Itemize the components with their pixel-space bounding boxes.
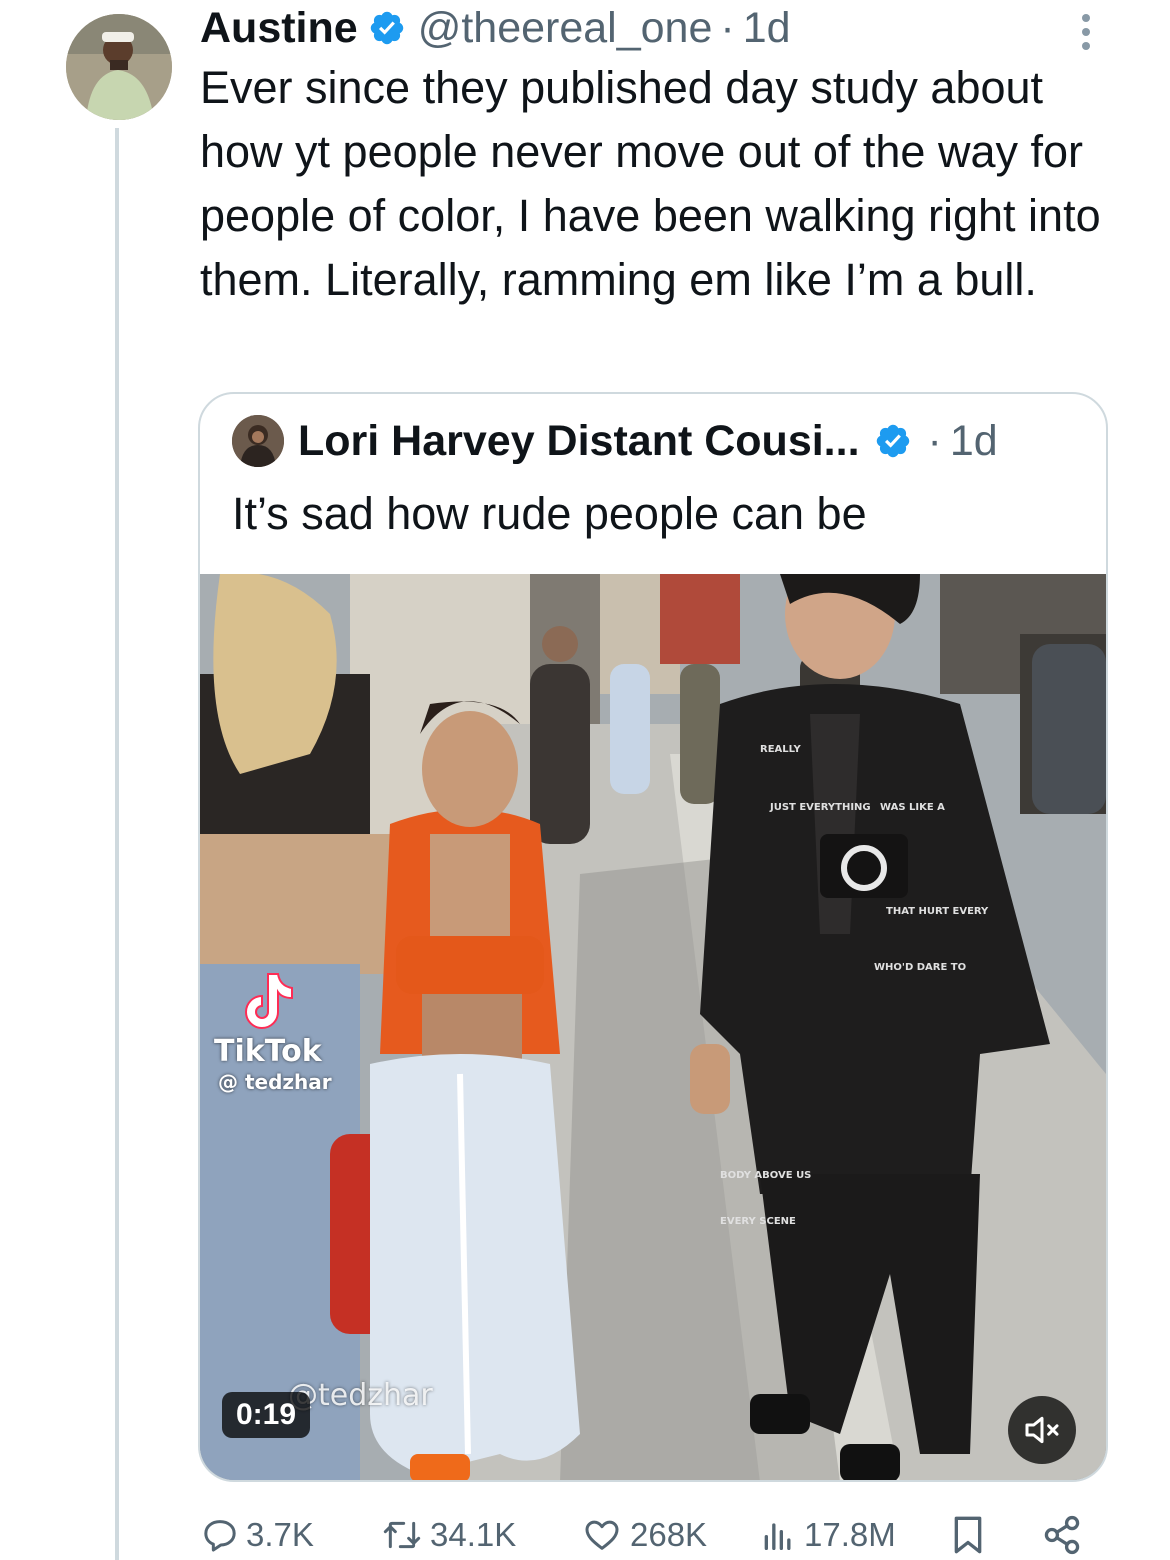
author-display-name[interactable]: Austine [200, 4, 358, 53]
quoted-tweet-timestamp: 1d [949, 416, 998, 465]
tweet-body-text: Ever since they published day study abou… [200, 62, 1101, 305]
header-separator: · [720, 3, 735, 52]
svg-text:WAS LIKE A: WAS LIKE A [880, 802, 945, 813]
more-options-icon[interactable] [1068, 10, 1104, 54]
quoted-video-player[interactable]: REALLY JUST EVERYTHING WAS LIKE A THAT H… [200, 574, 1106, 1480]
reply-count: 3.7K [246, 1516, 314, 1553]
reply-button[interactable]: 3.7K [200, 1510, 314, 1560]
tweet-action-bar: 3.7K 34.1K 268K 17.8M [200, 1510, 1100, 1560]
quoted-tweet-card[interactable]: Lori Harvey Distant Cousi... · 1d It’s s… [198, 392, 1108, 1482]
retweet-button[interactable]: 34.1K [380, 1510, 516, 1560]
speaker-muted-icon [1025, 1416, 1059, 1444]
quoted-tweet-text: It’s sad how rude people can be [232, 488, 867, 539]
bookmark-icon [954, 1516, 982, 1554]
tiktok-brand-text: TikTok [214, 1034, 322, 1069]
share-button[interactable] [1040, 1510, 1090, 1560]
tiktok-handle-text: @ tedzhar [218, 1070, 332, 1094]
mute-toggle-button[interactable] [1008, 1396, 1076, 1464]
author-avatar[interactable] [66, 14, 172, 120]
analytics-icon [764, 1523, 791, 1550]
quoted-avatar-image [232, 415, 284, 467]
svg-text:EVERY SCENE: EVERY SCENE [720, 1216, 796, 1227]
author-handle[interactable]: @theereal_one [418, 4, 713, 53]
avatar-image [66, 14, 172, 120]
retweet-count: 34.1K [430, 1516, 517, 1553]
bookmark-button[interactable] [948, 1510, 994, 1560]
quoted-header-separator: · [927, 416, 942, 465]
share-icon [1044, 1515, 1080, 1555]
like-count: 268K [630, 1516, 708, 1553]
video-duration-badge: 0:19 [222, 1392, 311, 1438]
tweet-timestamp[interactable]: 1d [743, 4, 791, 53]
svg-text:BODY ABOVE US: BODY ABOVE US [720, 1170, 811, 1181]
svg-text:THAT HURT EVERY: THAT HURT EVERY [886, 906, 989, 917]
svg-text:JUST EVERYTHING: JUST EVERYTHING [769, 802, 871, 813]
quoted-author-name: Lori Harvey Distant Cousi... [298, 416, 860, 465]
thread-connector-line [115, 128, 119, 1560]
quoted-tweet-header: Lori Harvey Distant Cousi... · 1d [232, 414, 998, 468]
verified-badge-icon [370, 11, 403, 45]
tiktok-logo-icon [245, 973, 293, 1029]
views-count: 17.8M [804, 1516, 896, 1553]
svg-text:WHO'D DARE TO: WHO'D DARE TO [874, 962, 966, 973]
like-button[interactable]: 268K [580, 1510, 707, 1560]
reply-icon [204, 1520, 236, 1552]
svg-text:REALLY: REALLY [760, 744, 801, 755]
views-button[interactable]: 17.8M [758, 1510, 896, 1560]
quoted-verified-badge-icon [876, 424, 909, 458]
heart-icon [585, 1520, 619, 1550]
video-frame: REALLY JUST EVERYTHING WAS LIKE A THAT H… [200, 574, 1106, 1480]
retweet-icon [383, 1521, 421, 1549]
quoted-author-avatar [232, 415, 284, 467]
tweet-header: Austine @theereal_one · 1d [200, 0, 791, 56]
